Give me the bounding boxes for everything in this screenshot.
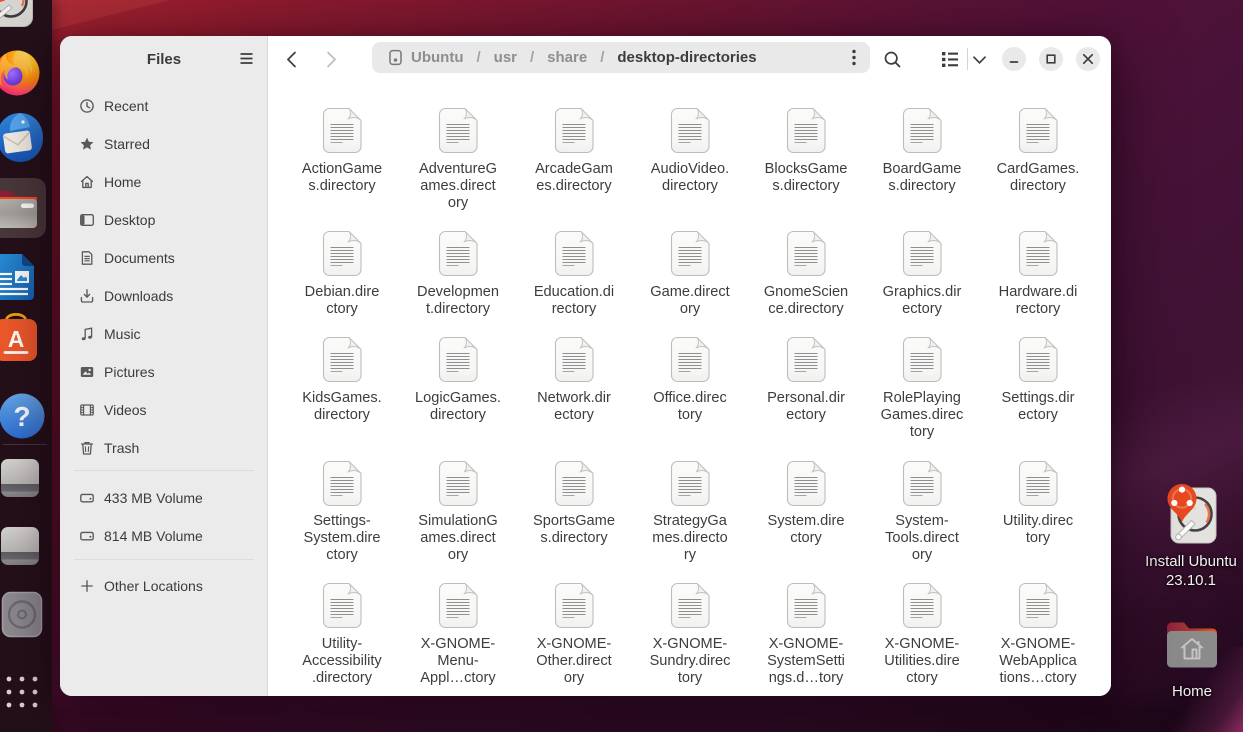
svg-text:?: ? xyxy=(13,401,30,432)
svg-text:A: A xyxy=(8,326,25,352)
